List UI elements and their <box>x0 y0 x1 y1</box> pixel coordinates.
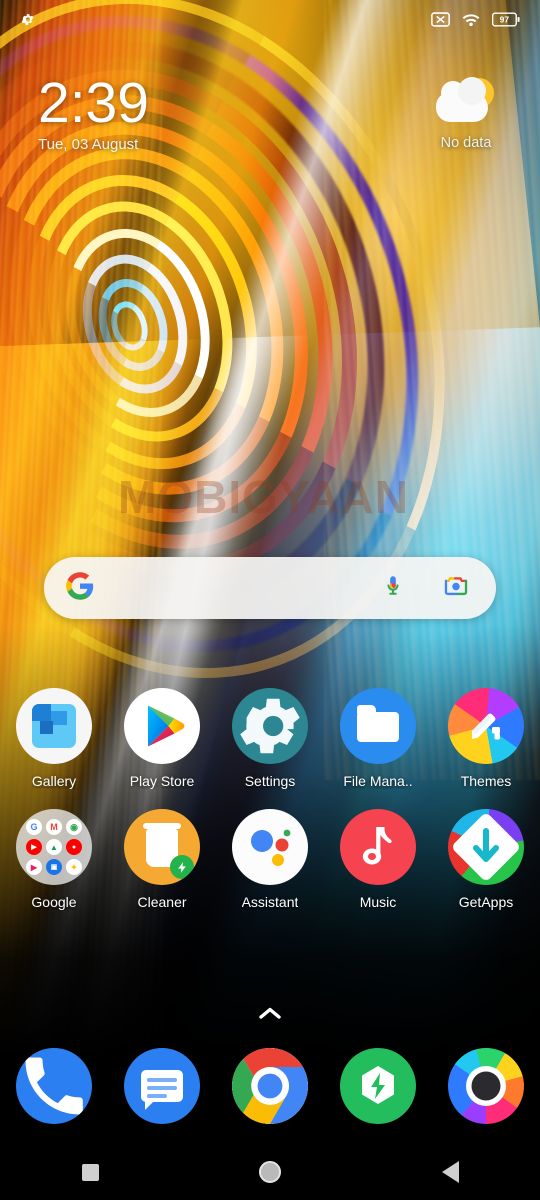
app-label: Settings <box>244 773 296 789</box>
chevron-up-icon <box>258 1006 282 1025</box>
status-bar: 97 <box>0 0 540 44</box>
dock-item-phone[interactable] <box>0 1048 108 1124</box>
cleaner-icon <box>124 809 200 885</box>
triangle-back-icon <box>441 1161 459 1183</box>
mini-icon-youtube-music: ● <box>66 839 82 855</box>
app-label: Gallery <box>31 773 77 789</box>
nav-home-button[interactable] <box>225 1152 315 1192</box>
app-music[interactable]: Music <box>324 809 432 910</box>
messages-icon <box>124 1048 200 1124</box>
mini-icon-drive: ▲ <box>46 839 62 855</box>
google-search-bar[interactable] <box>44 557 496 619</box>
settings-gear-icon[interactable] <box>20 12 35 32</box>
battery-icon: 97 <box>491 12 520 32</box>
mini-icon-gmail: M <box>46 819 62 835</box>
music-icon <box>340 809 416 885</box>
dock-item-chrome[interactable] <box>216 1048 324 1124</box>
app-row-2: G M ◉ ▶ ▲ ● ▶ ▣ ✦ Google Cleaner Assista… <box>0 809 540 910</box>
google-lens-camera-icon[interactable] <box>442 572 470 605</box>
mini-icon-maps: ◉ <box>66 819 82 835</box>
google-folder-icon: G M ◉ ▶ ▲ ● ▶ ▣ ✦ <box>16 809 92 885</box>
weather-status-text: No data <box>440 135 492 151</box>
nav-back-button[interactable] <box>405 1152 495 1192</box>
bolt-badge-icon <box>170 855 194 879</box>
getapps-icon <box>448 809 524 885</box>
battery-level-text: 97 <box>500 15 510 25</box>
security-icon <box>340 1048 416 1124</box>
themes-icon <box>448 688 524 764</box>
app-play-store[interactable]: Play Store <box>108 688 216 789</box>
navigation-bar <box>0 1144 540 1200</box>
app-label: File Mana.. <box>343 773 413 789</box>
app-label: GetApps <box>458 894 514 910</box>
app-drawer-handle[interactable] <box>0 1000 540 1030</box>
dock-item-camera[interactable] <box>432 1048 540 1124</box>
app-gallery[interactable]: Gallery <box>0 688 108 789</box>
mini-icon-play-movies: ▶ <box>26 859 42 875</box>
mini-icon-google-search: G <box>26 819 42 835</box>
app-getapps[interactable]: GetApps <box>432 809 540 910</box>
app-label: Assistant <box>241 894 299 910</box>
chrome-icon <box>232 1048 308 1124</box>
app-label: Music <box>359 894 397 910</box>
circle-icon <box>259 1161 281 1183</box>
gallery-icon <box>16 688 92 764</box>
phone-icon <box>16 1048 92 1124</box>
app-label: Cleaner <box>137 894 187 910</box>
google-assistant-icon <box>232 809 308 885</box>
weather-widget[interactable]: No data <box>418 77 514 151</box>
app-label: Google <box>31 894 77 910</box>
wifi-icon <box>461 12 481 32</box>
square-icon <box>81 1163 99 1181</box>
wallpaper-watermark: MOBIGYAAN <box>118 471 409 523</box>
app-row-1: Gallery Play Store Settings File Mana.. … <box>0 688 540 789</box>
nav-recents-button[interactable] <box>45 1152 135 1192</box>
dock-item-messages[interactable] <box>108 1048 216 1124</box>
dock-item-security[interactable] <box>324 1048 432 1124</box>
app-file-manager[interactable]: File Mana.. <box>324 688 432 789</box>
app-cleaner[interactable]: Cleaner <box>108 809 216 910</box>
clock-date: Tue, 03 August <box>38 136 139 153</box>
app-themes[interactable]: Themes <box>432 688 540 789</box>
settings-icon <box>232 688 308 764</box>
app-assistant[interactable]: Assistant <box>216 809 324 910</box>
app-label: Play Store <box>129 773 195 789</box>
clock-time: 2:39 <box>38 71 149 135</box>
sim-no-card-icon <box>431 12 450 32</box>
mini-icon-photos: ✦ <box>66 859 82 875</box>
google-g-icon <box>66 571 94 605</box>
play-store-icon <box>124 688 200 764</box>
microphone-icon[interactable] <box>380 573 406 604</box>
partly-cloudy-icon <box>434 77 498 128</box>
app-folder-google[interactable]: G M ◉ ▶ ▲ ● ▶ ▣ ✦ Google <box>0 809 108 910</box>
mini-icon-youtube: ▶ <box>26 839 42 855</box>
mini-icon-duo: ▣ <box>46 859 62 875</box>
clock-widget[interactable]: 2:39 Tue, 03 August <box>38 72 149 153</box>
file-manager-icon <box>340 688 416 764</box>
dock <box>0 1048 540 1124</box>
app-grid: Gallery Play Store Settings File Mana.. … <box>0 688 540 910</box>
app-label: Themes <box>460 773 512 789</box>
camera-icon <box>448 1048 524 1124</box>
app-settings[interactable]: Settings <box>216 688 324 789</box>
